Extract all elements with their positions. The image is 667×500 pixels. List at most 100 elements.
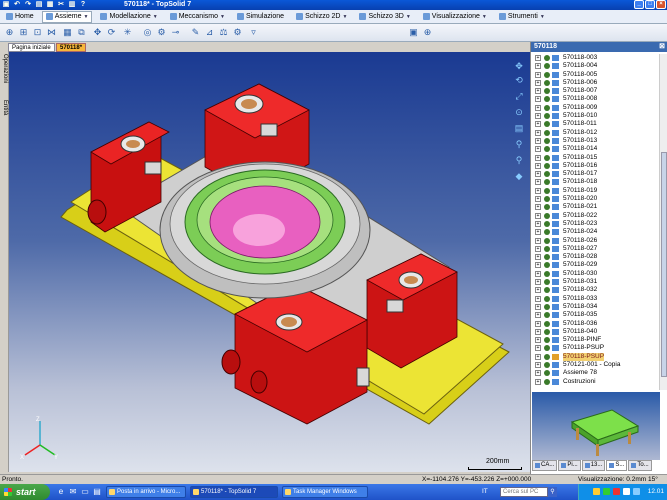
- visibility-icon[interactable]: [544, 96, 550, 103]
- tree-item[interactable]: +570118-034: [531, 303, 659, 311]
- visibility-icon[interactable]: [544, 113, 550, 120]
- magnify-icon[interactable]: ⚲: [513, 138, 525, 150]
- tray-icon[interactable]: [633, 488, 640, 495]
- tree-item[interactable]: + Costruzioni: [531, 378, 659, 386]
- expand-icon[interactable]: +: [535, 254, 541, 261]
- tree-item[interactable]: +570118-020: [531, 195, 659, 203]
- chevron-down-icon[interactable]: ▼: [540, 14, 545, 20]
- expand-icon[interactable]: +: [535, 303, 541, 310]
- tree-item[interactable]: +570118-040: [531, 328, 659, 336]
- visibility-icon[interactable]: [544, 154, 550, 161]
- tree-item[interactable]: +570118-027: [531, 245, 659, 253]
- tree-item[interactable]: + Assieme 78: [531, 369, 659, 377]
- tab-visualizzazione[interactable]: Visualizzazione ▼: [419, 11, 491, 23]
- visibility-icon[interactable]: [544, 254, 550, 261]
- tab-document[interactable]: 570118*: [56, 43, 87, 52]
- tree-item[interactable]: +570118-014: [531, 145, 659, 153]
- expand-icon[interactable]: +: [535, 204, 541, 211]
- expand-icon[interactable]: +: [535, 229, 541, 236]
- visibility-icon[interactable]: [544, 353, 550, 360]
- tree-item[interactable]: +570118-003: [531, 54, 659, 62]
- pin-icon[interactable]: ⊸: [170, 27, 181, 38]
- redo-icon[interactable]: ↷: [24, 1, 32, 9]
- expand-icon[interactable]: +: [535, 378, 541, 385]
- scrollbar-thumb[interactable]: [661, 152, 667, 377]
- assembly-tree[interactable]: +570118-003 +570118-004 +570118-005 +570118…: [531, 54, 659, 390]
- visibility-icon[interactable]: [544, 196, 550, 203]
- tab-simulazione[interactable]: Simulazione: [233, 11, 288, 23]
- language-indicator[interactable]: IT: [482, 488, 488, 495]
- chevron-down-icon[interactable]: ▼: [153, 14, 158, 20]
- paste-icon[interactable]: ▥: [68, 1, 76, 9]
- visibility-icon[interactable]: [544, 146, 550, 153]
- taskbar-item-mail[interactable]: Posta in arrivo - Micro...: [106, 486, 186, 498]
- tree-item[interactable]: +570118-006: [531, 79, 659, 87]
- search-icon[interactable]: ⚲: [548, 487, 557, 497]
- expand-icon[interactable]: +: [535, 129, 541, 136]
- expand-icon[interactable]: +: [535, 104, 541, 111]
- expand-icon[interactable]: +: [535, 370, 541, 377]
- expand-icon[interactable]: +: [535, 171, 541, 178]
- undo-icon[interactable]: ↶: [13, 1, 21, 9]
- chevron-down-icon[interactable]: ▼: [482, 14, 487, 20]
- constraint-icon[interactable]: ⋈: [46, 27, 57, 38]
- expand-icon[interactable]: +: [535, 353, 541, 360]
- folder-icon[interactable]: ▤: [35, 1, 43, 9]
- zoom-fit-icon[interactable]: ⤢: [513, 90, 525, 102]
- taskbar-item-topsolid[interactable]: 570118* - TopSolid 7: [190, 486, 278, 498]
- visibility-icon[interactable]: [544, 71, 550, 78]
- ie-icon[interactable]: e: [56, 487, 66, 497]
- expand-icon[interactable]: +: [535, 88, 541, 95]
- expand-icon[interactable]: +: [535, 312, 541, 319]
- expand-icon[interactable]: +: [535, 121, 541, 128]
- close-button[interactable]: ×: [656, 0, 666, 9]
- taskbar-item-task-manager[interactable]: Task Manager Windows: [282, 486, 368, 498]
- chevron-down-icon[interactable]: ▼: [406, 14, 411, 20]
- rotate-view-icon[interactable]: ⟲: [513, 74, 525, 86]
- tray-icon[interactable]: [623, 488, 630, 495]
- tree-item[interactable]: +570118-036: [531, 320, 659, 328]
- expand-icon[interactable]: +: [535, 113, 541, 120]
- tab-s[interactable]: S...: [606, 460, 628, 471]
- search-input[interactable]: Cerca sul PC ⚲: [500, 487, 557, 497]
- visibility-icon[interactable]: [544, 337, 550, 344]
- tab-pi[interactable]: Pi...: [558, 460, 581, 471]
- visibility-icon[interactable]: [544, 345, 550, 352]
- expand-icon[interactable]: +: [535, 320, 541, 327]
- visibility-icon[interactable]: [544, 79, 550, 86]
- tab-assieme[interactable]: Assieme ▼: [41, 10, 93, 23]
- tab-schizzo-3d[interactable]: Schizzo 3D ▼: [355, 11, 414, 23]
- expand-icon[interactable]: +: [535, 187, 541, 194]
- visibility-icon[interactable]: [544, 137, 550, 144]
- tray-icon[interactable]: [613, 488, 620, 495]
- print-icon[interactable]: ▦: [46, 1, 54, 9]
- tree-item[interactable]: +570118-009: [531, 104, 659, 112]
- visibility-icon[interactable]: [544, 121, 550, 128]
- tree-item[interactable]: +570118-029: [531, 261, 659, 269]
- cut-icon[interactable]: ✂: [57, 1, 65, 9]
- visibility-icon[interactable]: [544, 237, 550, 244]
- tree-item[interactable]: +570118-019: [531, 187, 659, 195]
- pin-icon[interactable]: ⊠: [659, 42, 665, 52]
- chevron-down-icon[interactable]: ▼: [342, 14, 347, 20]
- start-button[interactable]: start: [0, 484, 50, 500]
- visibility-icon[interactable]: [544, 320, 550, 327]
- tree-item[interactable]: +570118-017: [531, 170, 659, 178]
- tree-item[interactable]: +570118-021: [531, 203, 659, 211]
- tree-item[interactable]: +570118-004: [531, 62, 659, 70]
- visibility-icon[interactable]: [544, 287, 550, 294]
- visibility-icon[interactable]: [544, 361, 550, 368]
- tab-entities[interactable]: Entità: [1, 100, 8, 115]
- tray-icon[interactable]: [593, 488, 600, 495]
- visibility-icon[interactable]: [544, 303, 550, 310]
- visibility-icon[interactable]: [544, 328, 550, 335]
- rotate-icon[interactable]: ⟳: [106, 27, 117, 38]
- visibility-icon[interactable]: [544, 270, 550, 277]
- expand-icon[interactable]: +: [535, 55, 541, 61]
- tree-item[interactable]: +570118-023: [531, 220, 659, 228]
- chevron-down-icon[interactable]: ▼: [220, 14, 225, 20]
- pattern-icon[interactable]: ▦: [62, 27, 73, 38]
- visibility-icon[interactable]: [544, 370, 550, 377]
- expand-icon[interactable]: +: [535, 79, 541, 86]
- expand-icon[interactable]: +: [535, 337, 541, 344]
